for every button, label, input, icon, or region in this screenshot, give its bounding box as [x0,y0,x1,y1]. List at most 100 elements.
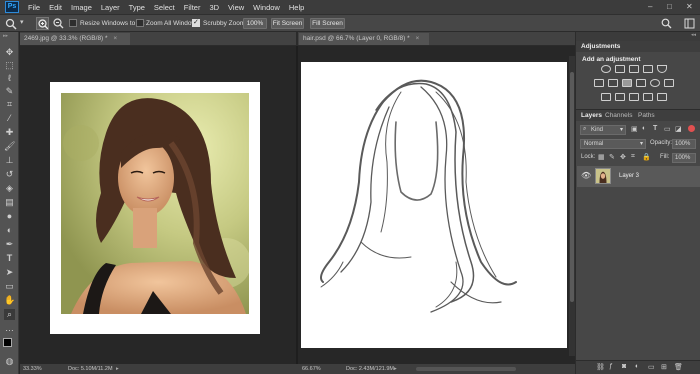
collapse-toolbar-icon[interactable]: ▸▸ [3,33,8,39]
tool-preset-dropdown-icon[interactable]: ▾ [20,18,24,26]
dodge-tool-icon[interactable]: ◐ [4,225,15,236]
zoom-out-icon[interactable] [52,17,65,30]
posterize-icon[interactable] [615,93,625,101]
doc1-tab-close-icon[interactable]: × [113,35,117,42]
quick-mask-icon[interactable]: ◍ [4,356,15,367]
opacity-input[interactable]: 100% [672,139,696,149]
menu-image[interactable]: Image [71,3,92,12]
lock-position-icon[interactable]: ✥ [620,153,626,161]
collapse-panel-icon[interactable]: ◂◂ [691,32,696,38]
close-button[interactable]: ✕ [686,2,693,11]
lasso-tool-icon[interactable]: ℓ [4,73,15,84]
foreground-color-swatch[interactable] [3,338,12,347]
filter-shape-icon[interactable]: ▭ [664,125,671,133]
zoom-percent-button[interactable]: 100% [243,18,267,29]
resize-windows-checkbox[interactable] [69,19,77,27]
hand-tool-icon[interactable]: ✋ [4,295,15,306]
doc1-zoom-level[interactable]: 33.33% [23,364,42,374]
menu-help[interactable]: Help [289,3,304,12]
doc1-tab[interactable]: 2469.jpg @ 33.3% (RGB/8) * × [20,33,130,45]
vibrance-icon[interactable] [657,65,667,73]
exposure-icon[interactable] [643,65,653,73]
gradient-tool-icon[interactable]: ▤ [4,197,15,208]
zoom-tool-icon[interactable] [5,18,17,30]
history-brush-tool-icon[interactable]: ↺ [4,169,15,180]
portrait-photo[interactable] [61,93,249,314]
marquee-tool-icon[interactable]: ⬚ [4,60,15,71]
pen-tool-icon[interactable]: ✒ [4,239,15,250]
menu-3d[interactable]: 3D [209,3,219,12]
healing-brush-tool-icon[interactable]: ✚ [4,127,15,138]
curves-icon[interactable] [629,65,639,73]
gradient-map-icon[interactable] [643,93,653,101]
color-balance-icon[interactable] [608,79,618,87]
eraser-tool-icon[interactable]: ◈ [4,183,15,194]
filter-type-icon[interactable]: T [653,125,657,132]
brush-tool-icon[interactable]: 🖌 [4,141,15,152]
link-layers-icon[interactable]: ⛓ [596,363,605,371]
more-tools-icon[interactable]: … [4,323,15,334]
fill-screen-button[interactable]: Fill Screen [310,18,345,29]
menu-file[interactable]: File [28,3,40,12]
zoom-tool-active-icon[interactable]: ⌕ [4,309,15,320]
doc2-scrollbar-thumb[interactable] [570,72,574,302]
maximize-button[interactable]: □ [667,2,672,11]
new-adjustment-layer-icon[interactable]: ◐ [635,363,639,370]
threshold-icon[interactable] [629,93,639,101]
doc1-status-menu-icon[interactable]: ▸ [116,364,119,374]
lock-image-icon[interactable]: ✎ [609,153,615,161]
invert-icon[interactable] [601,93,611,101]
fit-screen-button[interactable]: Fit Screen [271,18,304,29]
lock-artboard-icon[interactable]: ⌗ [631,153,635,161]
menu-filter[interactable]: Filter [184,3,201,12]
hair-sketch-canvas[interactable] [301,62,567,348]
filter-toggle-icon[interactable] [688,125,695,132]
move-tool-icon[interactable]: ✥ [4,47,15,58]
workspace-icon[interactable] [684,18,695,29]
blur-tool-icon[interactable]: ● [4,211,15,222]
zoom-all-windows-checkbox[interactable] [136,19,144,27]
layer-visibility-eye-icon[interactable]: 👁 [581,171,591,180]
filter-pixel-icon[interactable]: ▣ [631,125,638,133]
menu-view[interactable]: View [228,3,244,12]
layer-name[interactable]: Layer 3 [619,173,639,179]
channels-tab[interactable]: Channels [605,112,632,119]
adjustments-tab[interactable]: Adjustments [581,43,620,50]
hue-saturation-icon[interactable] [594,79,604,87]
delete-layer-icon[interactable]: 🗑 [674,363,683,371]
search-icon[interactable] [661,18,672,29]
eyedropper-tool-icon[interactable]: ⁄ [4,113,15,124]
menu-select[interactable]: Select [154,3,175,12]
quick-select-tool-icon[interactable]: ✎ [4,86,15,97]
menu-type[interactable]: Type [129,3,145,12]
lock-all-icon[interactable]: 🔒 [642,153,651,161]
menu-window[interactable]: Window [253,3,280,12]
zoom-in-icon[interactable] [36,17,49,30]
doc2-status-menu-icon[interactable]: ▸ [394,364,397,374]
menu-layer[interactable]: Layer [101,3,120,12]
selective-color-icon[interactable] [657,93,667,101]
new-group-icon[interactable]: ▭ [648,363,655,371]
add-mask-icon[interactable]: ◙ [622,363,626,370]
doc2-tab-close-icon[interactable]: × [416,35,420,42]
clone-stamp-tool-icon[interactable]: ⊥ [4,155,15,166]
levels-icon[interactable] [615,65,625,73]
color-lookup-icon[interactable] [664,79,674,87]
layers-tab[interactable]: Layers [581,112,602,119]
black-white-icon[interactable] [622,79,632,87]
shape-tool-icon[interactable]: ▭ [4,281,15,292]
lock-transparent-icon[interactable]: ▦ [598,153,605,161]
crop-tool-icon[interactable]: ⌗ [4,99,15,110]
scrubby-zoom-checkbox[interactable] [192,18,200,27]
layer-row[interactable]: 👁 Layer 3 [577,166,700,187]
filter-smart-object-icon[interactable]: ◪ [675,125,682,133]
brightness-contrast-icon[interactable] [601,65,611,73]
paths-tab[interactable]: Paths [638,112,655,119]
doc2-tab[interactable]: hair.psd @ 66.7% (Layer 0, RGB/8) * × [299,33,429,45]
path-selection-tool-icon[interactable]: ➤ [4,267,15,278]
blend-mode-dropdown[interactable]: Normal ▾ [580,139,646,149]
type-tool-icon[interactable]: T [4,253,15,264]
layer-filter-dropdown[interactable]: ⌕ Kind ▾ [580,125,626,135]
doc2-horizontal-scrollbar[interactable] [416,367,516,371]
menu-edit[interactable]: Edit [49,3,62,12]
